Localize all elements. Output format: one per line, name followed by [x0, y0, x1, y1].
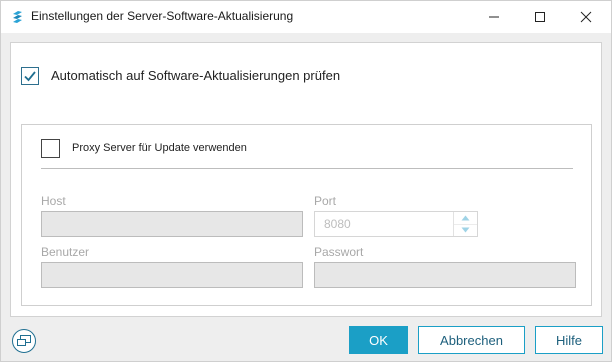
password-label: Passwort [314, 245, 364, 259]
user-label: Benutzer [41, 245, 90, 259]
app-logo-icon [13, 11, 22, 23]
port-spinner[interactable] [453, 212, 477, 236]
close-icon [580, 11, 592, 23]
help-button[interactable]: Hilfe [535, 326, 603, 354]
host-input[interactable] [41, 211, 303, 237]
host-label: Host [41, 194, 66, 208]
minimize-icon [489, 16, 499, 18]
auto-check-checkbox[interactable] [21, 67, 39, 85]
ok-button[interactable]: OK [349, 326, 408, 354]
maximize-button[interactable] [517, 1, 563, 33]
cancel-button[interactable]: Abbrechen [418, 326, 525, 354]
dialog-window: Einstellungen der Server-Software-Aktual… [0, 0, 612, 362]
proxy-checkbox[interactable] [41, 139, 60, 158]
port-input[interactable]: 8080 [314, 211, 478, 237]
separator [41, 168, 573, 169]
password-input[interactable] [314, 262, 576, 288]
spin-down-icon [461, 227, 470, 233]
port-label: Port [314, 194, 337, 208]
close-button[interactable] [563, 1, 609, 33]
auto-check-label: Automatisch auf Software-Aktualisierunge… [51, 68, 341, 83]
proxy-group: Proxy Server für Update verwenden Host P… [21, 124, 592, 306]
window-title: Einstellungen der Server-Software-Aktual… [31, 9, 294, 23]
checkmark-icon [24, 71, 36, 82]
title-bar: Einstellungen der Server-Software-Aktual… [1, 1, 611, 33]
spin-down-button[interactable] [454, 224, 477, 236]
proxy-label: Proxy Server für Update verwenden [72, 142, 247, 154]
minimize-button[interactable] [471, 1, 517, 33]
screen-button[interactable] [12, 329, 36, 353]
settings-panel: Automatisch auf Software-Aktualisierunge… [10, 42, 602, 317]
user-input[interactable] [41, 262, 303, 288]
port-value: 8080 [324, 217, 351, 231]
spin-up-icon [461, 215, 470, 221]
maximize-icon [535, 12, 545, 22]
screen-window-icon [17, 335, 31, 346]
